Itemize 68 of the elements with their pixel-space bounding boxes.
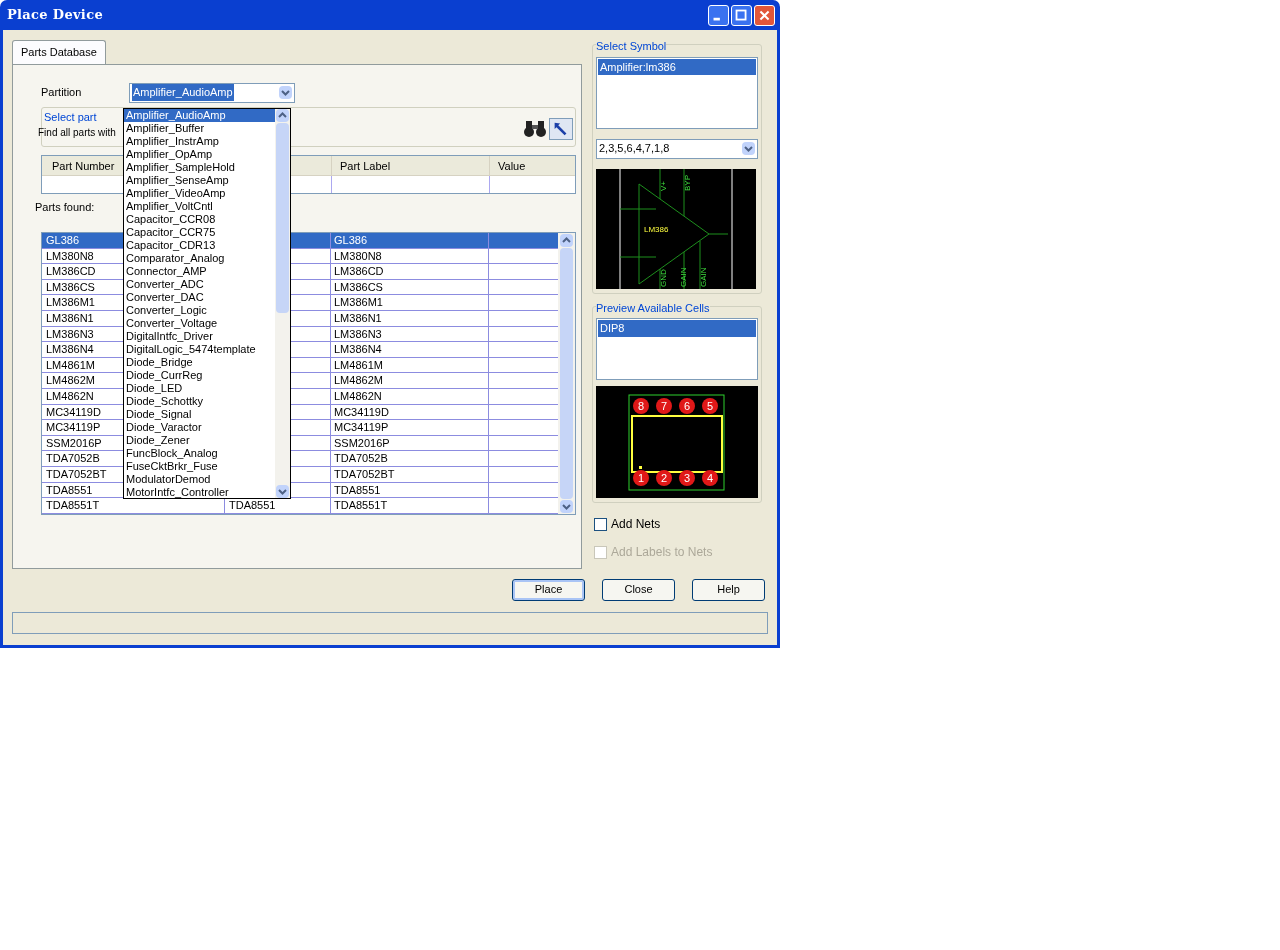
dropdown-option[interactable]: Amplifier_VideoAmp bbox=[124, 186, 275, 200]
pad-icon: 3 bbox=[679, 470, 695, 486]
table-cell: MC34119P bbox=[331, 420, 489, 435]
binoculars-icon[interactable] bbox=[523, 118, 547, 140]
close-icon[interactable] bbox=[754, 4, 775, 26]
table-cell: LM4862N bbox=[331, 388, 489, 404]
caret-down-icon[interactable] bbox=[279, 86, 292, 99]
table-cell: LM386CS bbox=[331, 279, 489, 295]
dropdown-option[interactable]: Amplifier_Buffer bbox=[124, 121, 275, 135]
symbol-name: LM386 bbox=[644, 224, 669, 234]
pad-icon: 8 bbox=[633, 398, 649, 414]
table-cell: LM386N1 bbox=[331, 310, 489, 326]
pin-label: BYP bbox=[683, 174, 692, 191]
dropdown-option[interactable]: Amplifier_AudioAmp bbox=[124, 108, 275, 122]
table-cell: LM386N4 bbox=[331, 342, 489, 357]
pad-icon: 5 bbox=[702, 398, 718, 414]
partition-dropdown[interactable]: Amplifier_AudioAmp bbox=[129, 82, 295, 103]
checkbox-label: Add Labels to Nets bbox=[611, 544, 713, 561]
caret-down-icon[interactable] bbox=[276, 484, 289, 498]
table-cell: LM386M1 bbox=[331, 295, 489, 310]
list-item[interactable]: Amplifier:lm386 bbox=[598, 58, 756, 75]
table-cell: MC34119D bbox=[331, 404, 489, 420]
dropdown-option[interactable]: Capacitor_CCR08 bbox=[124, 212, 275, 226]
table-cell: LM4861M bbox=[331, 357, 489, 373]
pad-icon: 4 bbox=[702, 470, 718, 486]
maximize-icon[interactable] bbox=[731, 4, 752, 26]
pad-icon: 2 bbox=[656, 470, 672, 486]
table-cell: GL386 bbox=[331, 233, 489, 248]
minimize-icon[interactable] bbox=[708, 4, 729, 26]
pad-icon: 6 bbox=[679, 398, 695, 414]
pin-label: V+ bbox=[659, 180, 668, 191]
pad-icon: 7 bbox=[656, 398, 672, 414]
tab[interactable]: Parts Database bbox=[12, 40, 106, 64]
caret-up-icon[interactable] bbox=[276, 108, 289, 122]
scrollbar[interactable] bbox=[275, 108, 290, 498]
window-title: Place Device bbox=[7, 6, 103, 25]
search-criteria-text: Find all parts with bbox=[38, 126, 116, 140]
table-cell: LM386CD bbox=[331, 264, 489, 279]
pin-order-dropdown[interactable]: 2,3,5,6,4,7,1,8 bbox=[596, 138, 758, 159]
partition-label: Partition bbox=[41, 85, 83, 101]
list-item[interactable]: DIP8 bbox=[598, 320, 756, 337]
dropdown-option[interactable]: Amplifier_VoltCntl bbox=[124, 199, 275, 213]
pin-label: GAIN bbox=[679, 266, 688, 287]
pin-label: GAIN bbox=[699, 266, 708, 287]
dialog-button[interactable]: Help bbox=[692, 578, 765, 601]
table-cell: LM4862M bbox=[331, 373, 489, 388]
group-title: Select part bbox=[44, 109, 98, 125]
column-header[interactable]: Part Label bbox=[332, 155, 490, 175]
checkbox[interactable] bbox=[594, 517, 607, 531]
pad-icon: 1 bbox=[633, 470, 649, 486]
parts-found-label: Parts found: bbox=[35, 199, 95, 215]
caret-down-icon[interactable] bbox=[742, 142, 755, 155]
dialog-button[interactable]: Close bbox=[602, 578, 675, 601]
table-cell: SSM2016P bbox=[331, 435, 489, 451]
caret-down-icon[interactable] bbox=[560, 500, 573, 513]
dropdown-option[interactable]: Amplifier_SenseAmp bbox=[124, 173, 275, 187]
table-cell: LM386N3 bbox=[331, 326, 489, 342]
column-header[interactable]: Value bbox=[490, 155, 575, 175]
dropdown-option[interactable]: Amplifier_InstrAmp bbox=[124, 134, 275, 148]
table-cell: LM380N8 bbox=[331, 248, 489, 264]
dialog-button[interactable]: Place bbox=[512, 578, 585, 601]
checkbox-label: Add Nets bbox=[611, 516, 661, 533]
table-cell: TDA8551 bbox=[331, 482, 489, 498]
scrollbar[interactable] bbox=[558, 233, 575, 514]
table-cell: TDA7052BT bbox=[331, 466, 489, 482]
table-cell: TDA7052B bbox=[331, 451, 489, 466]
pin-label: GND bbox=[659, 268, 668, 287]
table-cell: TDA8551T bbox=[331, 498, 489, 513]
